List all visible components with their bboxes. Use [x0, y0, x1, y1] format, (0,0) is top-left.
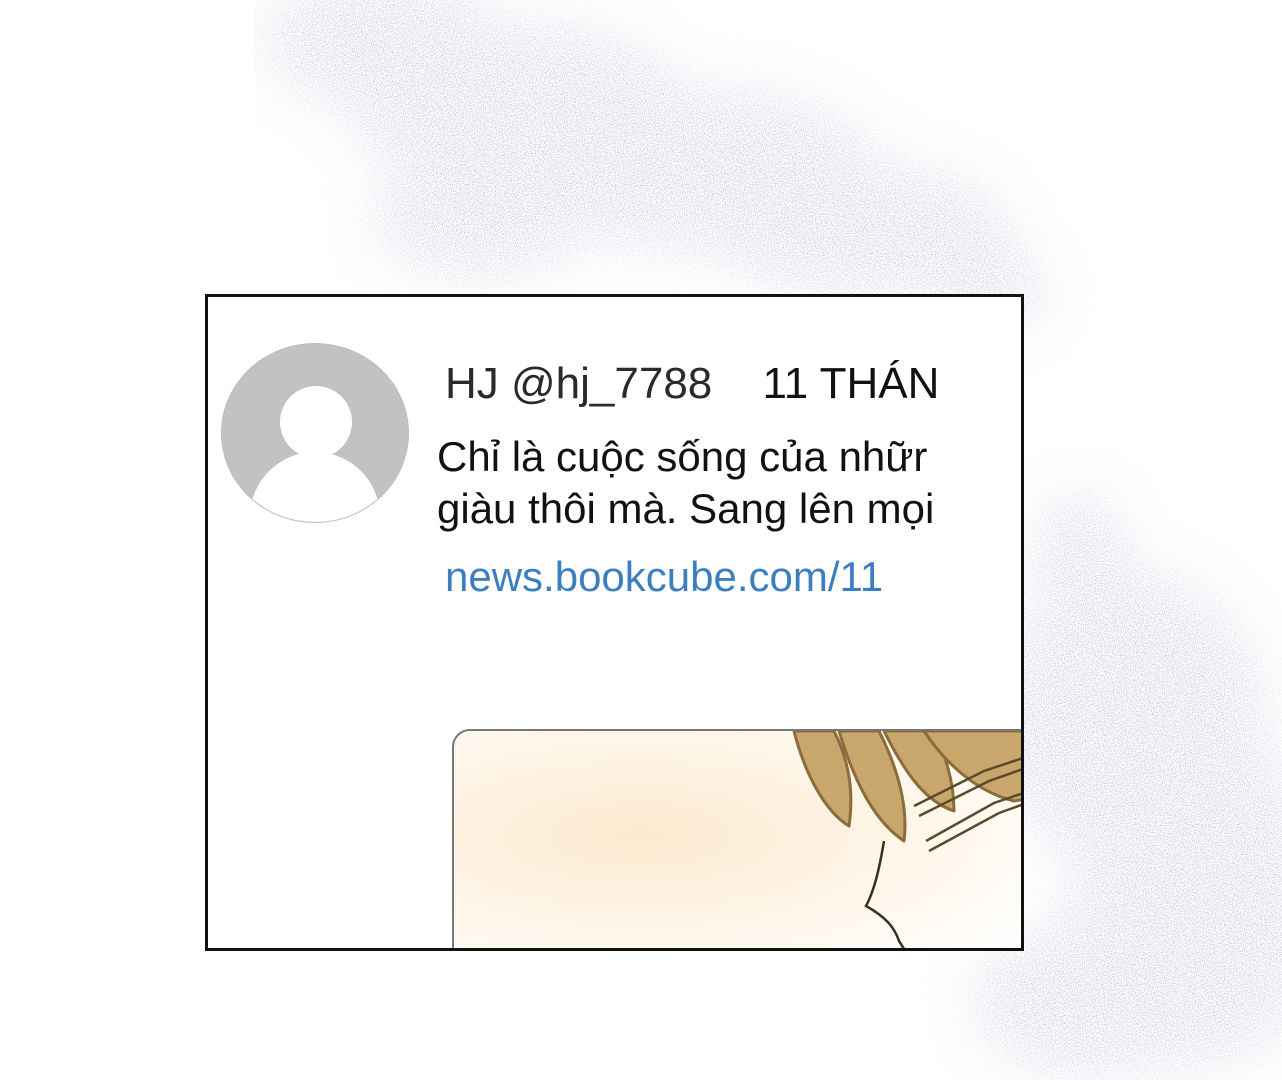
user-handle[interactable]: HJ @hj_7788 [445, 359, 712, 409]
tweet-media-image[interactable] [452, 729, 1021, 948]
tweet-link[interactable]: news.bookcube.com/11 [445, 553, 883, 601]
tweet-date: 11 THÁN [762, 359, 940, 408]
avatar-body-shape [250, 452, 380, 522]
tweet-text-line-1: Chỉ là cuộc sống của nhữr [437, 433, 928, 480]
tweet-panel: HJ @hj_7788 11 THÁN Chỉ là cuộc sống của… [205, 294, 1024, 951]
default-user-avatar-icon[interactable] [221, 343, 409, 523]
illustration-character [792, 731, 1021, 948]
tweet-header: HJ @hj_7788 11 THÁN [445, 359, 939, 409]
tweet-text-line-2: giàu thôi mà. Sang lên mọi [437, 485, 935, 532]
avatar-head-shape [280, 386, 352, 458]
tweet-text: Chỉ là cuộc sống của nhữr giàu thôi mà. … [437, 431, 934, 535]
